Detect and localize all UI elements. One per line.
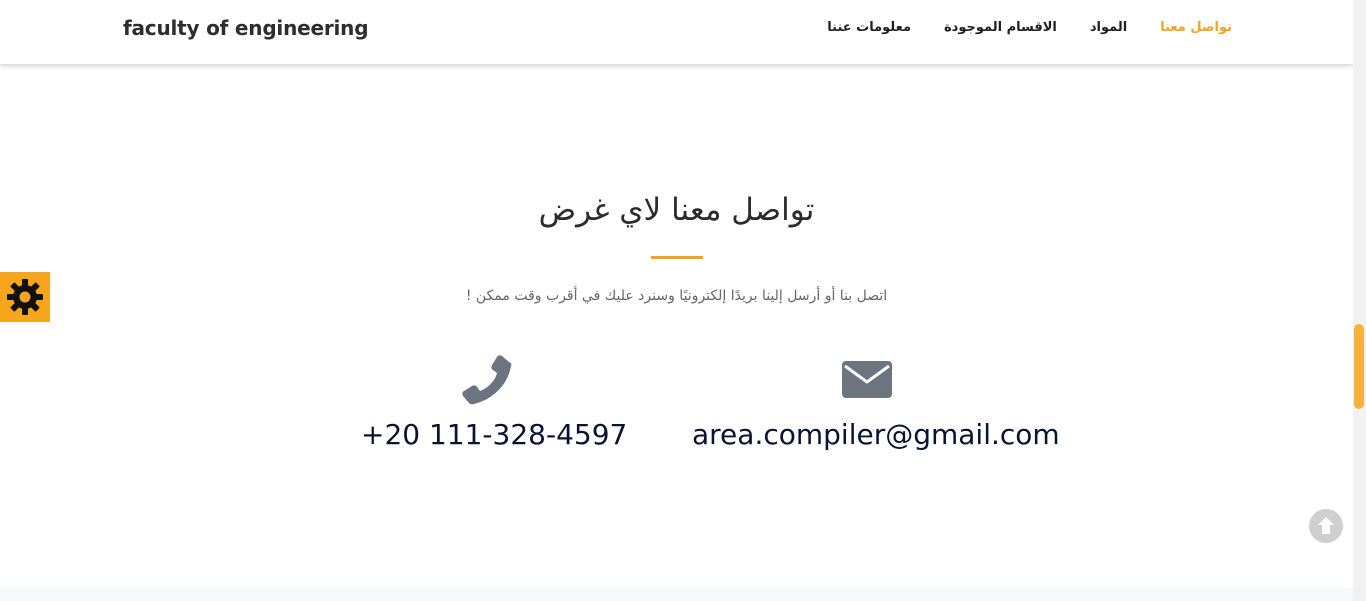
footer-edge xyxy=(0,588,1353,601)
envelope-icon xyxy=(842,361,892,398)
scroll-to-top-button[interactable] xyxy=(1309,509,1343,543)
main-nav: تواصل معنا المواد الاقسام الموجودة معلوم… xyxy=(827,20,1232,35)
nav-item-departments[interactable]: الاقسام الموجودة xyxy=(944,20,1057,35)
title-underline-divider xyxy=(651,256,703,259)
arrow-up-icon xyxy=(1318,517,1334,534)
email-address-link[interactable]: area.compiler@gmail.com xyxy=(692,418,1060,451)
contact-section-subtitle: اتصل بنا أو أرسل إلينا بريدًا إلكترونيًا… xyxy=(465,288,888,304)
nav-item-subjects[interactable]: المواد xyxy=(1090,20,1127,35)
scrollbar-thumb[interactable] xyxy=(1354,324,1364,409)
contact-section-title: تواصل معنا لاي غرض xyxy=(538,192,815,228)
phone-icon xyxy=(462,355,512,405)
page: faculty of engineering تواصل معنا المواد… xyxy=(0,0,1366,601)
vertical-scrollbar[interactable] xyxy=(1353,0,1366,601)
nav-item-about[interactable]: معلومات عننا xyxy=(827,20,911,35)
settings-toggle-button[interactable] xyxy=(0,272,50,322)
top-navbar: faculty of engineering تواصل معنا المواد… xyxy=(0,0,1353,64)
phone-number-link[interactable]: +20 111-328-4597 xyxy=(361,418,627,451)
gear-icon xyxy=(7,279,43,315)
brand-title[interactable]: faculty of engineering xyxy=(123,16,369,40)
nav-item-contact[interactable]: تواصل معنا xyxy=(1160,20,1232,35)
